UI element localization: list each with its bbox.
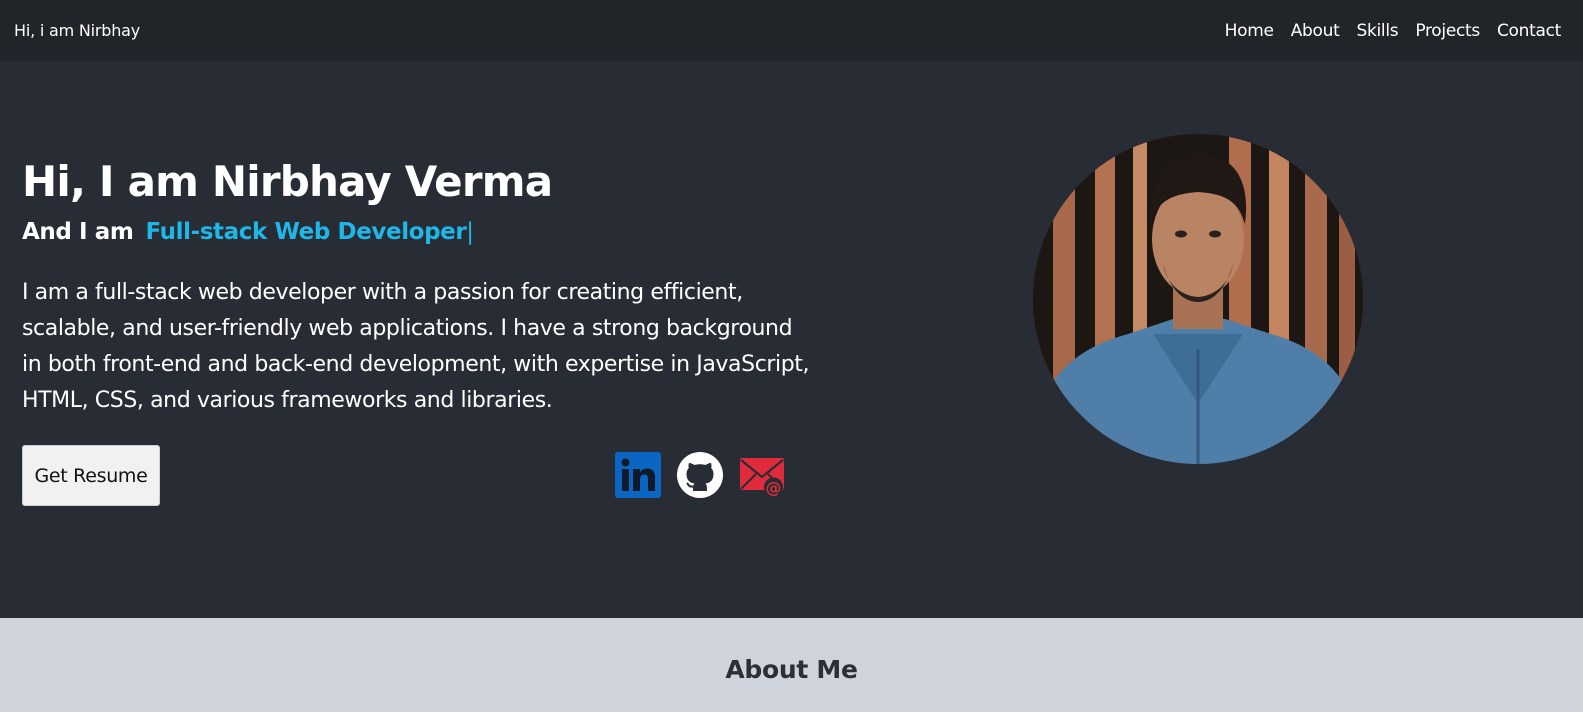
about-title: About Me (725, 655, 858, 684)
get-resume-button[interactable]: Get Resume (22, 445, 160, 506)
hero-section: Hi, I am Nirbhay Verma And I am Full-stac… (0, 61, 1583, 618)
nav-links: Home About Skills Projects Contact (1225, 21, 1562, 41)
linkedin-icon[interactable] (615, 452, 661, 498)
svg-text:@: @ (766, 478, 782, 497)
subtitle-prefix: And I am (22, 219, 134, 245)
nav-link-skills[interactable]: Skills (1356, 21, 1398, 41)
navbar: Hi, i am Nirbhay Home About Skills Proje… (0, 0, 1583, 61)
about-section: About Me (0, 618, 1583, 712)
nav-link-home[interactable]: Home (1225, 21, 1274, 41)
nav-link-projects[interactable]: Projects (1415, 21, 1480, 41)
profile-photo (1033, 134, 1363, 464)
email-icon[interactable]: @ (739, 452, 785, 498)
hero-title: Hi, I am Nirbhay Verma (22, 157, 553, 206)
nav-link-contact[interactable]: Contact (1497, 21, 1561, 41)
nav-link-about[interactable]: About (1291, 21, 1340, 41)
social-links: @ (615, 452, 785, 498)
hero-subtitle: And I am Full-stack Web Developer| (22, 219, 474, 245)
typing-cursor: | (466, 219, 474, 245)
navbar-brand[interactable]: Hi, i am Nirbhay (14, 21, 140, 40)
hero-description: I am a full-stack web developer with a p… (22, 280, 810, 413)
typed-role: Full-stack Web Developer (145, 219, 467, 245)
github-icon[interactable] (677, 452, 723, 498)
